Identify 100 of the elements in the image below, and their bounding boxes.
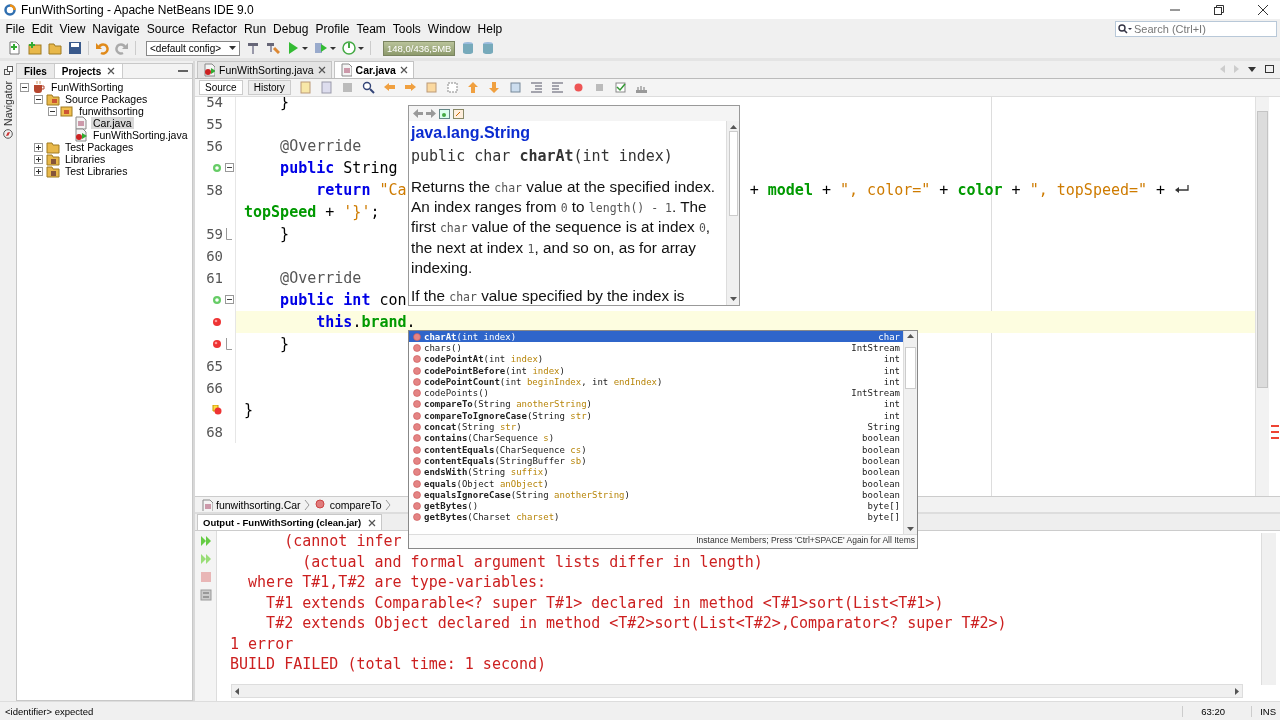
cylinder-icon[interactable] xyxy=(461,41,476,55)
breadcrumb-item[interactable]: compareTo xyxy=(329,498,382,511)
panel-tab[interactable]: Projects xyxy=(54,64,124,78)
collapse-icon[interactable] xyxy=(48,106,57,116)
fold-icon[interactable] xyxy=(224,163,234,173)
indent-icon[interactable] xyxy=(529,80,543,94)
tree-item[interactable]: Test Libraries xyxy=(63,165,130,177)
panel-tab[interactable]: Files xyxy=(17,64,55,78)
tree-item[interactable]: Car.java xyxy=(91,117,134,129)
new-project-icon[interactable] xyxy=(28,41,42,55)
square-icon[interactable] xyxy=(340,80,354,94)
caret-icon[interactable] xyxy=(358,46,364,50)
menu-item[interactable]: Team xyxy=(353,21,390,36)
completion-item[interactable]: endsWith(String suffix) boolean xyxy=(409,466,903,478)
menu-item[interactable]: View xyxy=(56,21,89,36)
completion-item[interactable]: getBytes() byte[] xyxy=(409,500,903,512)
editor-tab[interactable]: FunWithSorting.java xyxy=(197,61,332,78)
scrollbar[interactable] xyxy=(903,331,917,534)
stop-icon[interactable] xyxy=(199,571,212,583)
completion-item[interactable]: equalsIgnoreCase(String anotherString) boolean xyxy=(409,489,903,501)
navigator-tab[interactable]: Navigator xyxy=(2,79,14,141)
scrollbar[interactable] xyxy=(1255,96,1269,497)
maximize-icon[interactable] xyxy=(1265,65,1274,74)
scrollbar-thumb[interactable] xyxy=(905,346,916,389)
page-icon[interactable] xyxy=(319,80,333,94)
floppy-icon[interactable] xyxy=(68,41,82,55)
breadcrumb-item[interactable]: funwithsorting.Car xyxy=(216,498,301,511)
scroll-down-icon[interactable] xyxy=(729,297,737,301)
undo-icon[interactable] xyxy=(95,41,109,55)
page-icon[interactable] xyxy=(424,80,438,94)
completion-item[interactable]: equals(Object anObject) boolean xyxy=(409,477,903,490)
arrow-up-icon[interactable] xyxy=(466,80,480,94)
class-link[interactable]: java.lang.String xyxy=(411,124,724,142)
rerun-icon[interactable] xyxy=(199,535,212,547)
view-tab[interactable]: History xyxy=(247,79,291,95)
tree-item[interactable]: FunWithSorting xyxy=(49,81,126,93)
tree-item[interactable]: funwithsorting xyxy=(77,105,146,117)
menu-item[interactable]: Window xyxy=(424,21,475,36)
arrow-right-icon[interactable] xyxy=(403,80,417,94)
page-icon[interactable] xyxy=(298,80,312,94)
completion-item[interactable]: codePoints() IntStream xyxy=(409,387,903,399)
completion-item[interactable]: contains(CharSequence s) boolean xyxy=(409,432,903,444)
expand-icon[interactable] xyxy=(34,154,43,164)
close-icon[interactable] xyxy=(1258,4,1268,15)
editor-tab[interactable]: Car.java xyxy=(333,61,414,78)
forward-icon[interactable] xyxy=(426,109,436,118)
broom-icon[interactable] xyxy=(266,41,280,55)
close-icon[interactable] xyxy=(317,65,326,74)
menu-item[interactable]: Profile xyxy=(312,21,353,36)
tree-item[interactable]: Source Packages xyxy=(63,93,150,105)
maximize-icon[interactable] xyxy=(1214,4,1224,15)
close-icon[interactable] xyxy=(399,65,408,74)
outdent-icon[interactable] xyxy=(550,80,564,94)
fold-icon[interactable] xyxy=(224,295,234,305)
arrow-left-icon[interactable] xyxy=(382,80,396,94)
scrollbar-thumb[interactable] xyxy=(728,130,738,216)
completion-item[interactable]: compareTo(String anotherString) int xyxy=(409,398,903,411)
config-dropdown[interactable]: <default config> xyxy=(146,40,240,56)
expand-icon[interactable] xyxy=(34,166,43,176)
completion-item[interactable]: codePointCount(int beginIndex, int endIndex) int xyxy=(409,376,903,388)
redo-icon[interactable] xyxy=(115,41,129,55)
completion-item[interactable]: codePointBefore(int index) int xyxy=(409,364,903,377)
back-icon[interactable] xyxy=(413,109,423,118)
menu-item[interactable]: Run xyxy=(240,21,270,36)
settings-icon[interactable] xyxy=(199,589,212,601)
magnifier-icon[interactable] xyxy=(361,80,375,94)
tree-item[interactable]: FunWithSorting.java xyxy=(91,129,190,141)
completion-item[interactable]: charAt(int index) char xyxy=(409,331,903,343)
menu-item[interactable]: Debug xyxy=(269,21,312,36)
completion-item[interactable]: chars() IntStream xyxy=(409,342,903,354)
check-icon[interactable] xyxy=(613,80,627,94)
page-icon[interactable] xyxy=(508,80,522,94)
view-tab[interactable]: Source xyxy=(199,79,243,95)
tree-item[interactable]: Libraries xyxy=(63,153,108,165)
scrollbar[interactable] xyxy=(726,121,739,305)
completion-item[interactable]: contentEquals(CharSequence cs) boolean xyxy=(409,443,903,456)
scrollbar[interactable] xyxy=(231,684,1243,698)
caret-icon[interactable] xyxy=(330,46,336,50)
search-field[interactable]: Search (Ctrl+I) xyxy=(1115,20,1277,37)
scroll-left-icon[interactable] xyxy=(235,687,239,695)
dropdown-icon[interactable] xyxy=(1248,66,1256,72)
tree-item[interactable]: Test Packages xyxy=(63,141,136,153)
dock-icon[interactable] xyxy=(3,66,13,75)
completion-item[interactable]: compareToIgnoreCase(String str) int xyxy=(409,410,903,422)
hammer-icon[interactable] xyxy=(246,41,260,55)
menu-item[interactable]: File xyxy=(2,21,29,36)
collapse-icon[interactable] xyxy=(20,82,29,92)
scrollbar-thumb[interactable] xyxy=(1257,110,1268,388)
menu-item[interactable]: Tools xyxy=(389,21,425,36)
menu-item[interactable]: Refactor xyxy=(188,21,241,36)
output-tab[interactable]: Output - FunWithSorting (clean.jar) xyxy=(197,514,383,530)
menu-item[interactable]: Source xyxy=(143,21,189,36)
close-icon[interactable] xyxy=(368,518,377,527)
completion-item[interactable]: getBytes(Charset charset) byte[] xyxy=(409,511,903,524)
collapse-icon[interactable] xyxy=(34,94,43,104)
scrollbar[interactable] xyxy=(1261,533,1276,685)
window-icon[interactable] xyxy=(453,108,464,119)
completion-item[interactable]: concat(String str) String xyxy=(409,421,903,433)
completion-item[interactable]: codePointAt(int index) int xyxy=(409,353,903,365)
window-icon[interactable] xyxy=(439,108,450,119)
